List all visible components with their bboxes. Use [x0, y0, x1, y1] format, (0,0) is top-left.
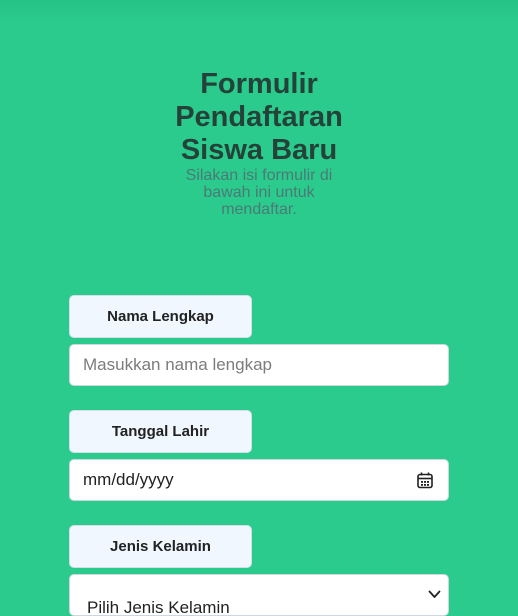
top-shade	[0, 0, 518, 22]
birthdate-input[interactable]: mm/dd/yyyy	[69, 459, 449, 501]
name-label: Nama Lengkap	[69, 295, 252, 338]
gender-selected-value: Pilih Jenis Kelamin	[87, 598, 230, 616]
form-header: Formulir Pendaftaran Siswa Baru Silakan …	[0, 68, 518, 218]
birthdate-placeholder: mm/dd/yyyy	[83, 470, 174, 489]
calendar-icon[interactable]	[417, 472, 433, 489]
name-placeholder: Masukkan nama lengkap	[83, 355, 273, 374]
page: Formulir Pendaftaran Siswa Baru Silakan …	[0, 0, 518, 616]
page-title: Formulir Pendaftaran Siswa Baru	[175, 68, 343, 166]
gender-label: Jenis Kelamin	[69, 525, 252, 568]
name-input[interactable]: Masukkan nama lengkap	[69, 344, 449, 386]
registration-form: Nama Lengkap Masukkan nama lengkap Tangg…	[69, 295, 449, 616]
birthdate-group: Tanggal Lahir mm/dd/yyyy	[69, 410, 449, 501]
chevron-down-icon	[428, 590, 441, 598]
name-group: Nama Lengkap Masukkan nama lengkap	[69, 295, 449, 386]
gender-group: Jenis Kelamin Pilih Jenis Kelamin	[69, 525, 449, 616]
birthdate-label: Tanggal Lahir	[69, 410, 252, 453]
page-subtitle: Silakan isi formulir di bawah ini untuk …	[185, 167, 333, 218]
gender-select[interactable]: Pilih Jenis Kelamin	[69, 574, 449, 616]
